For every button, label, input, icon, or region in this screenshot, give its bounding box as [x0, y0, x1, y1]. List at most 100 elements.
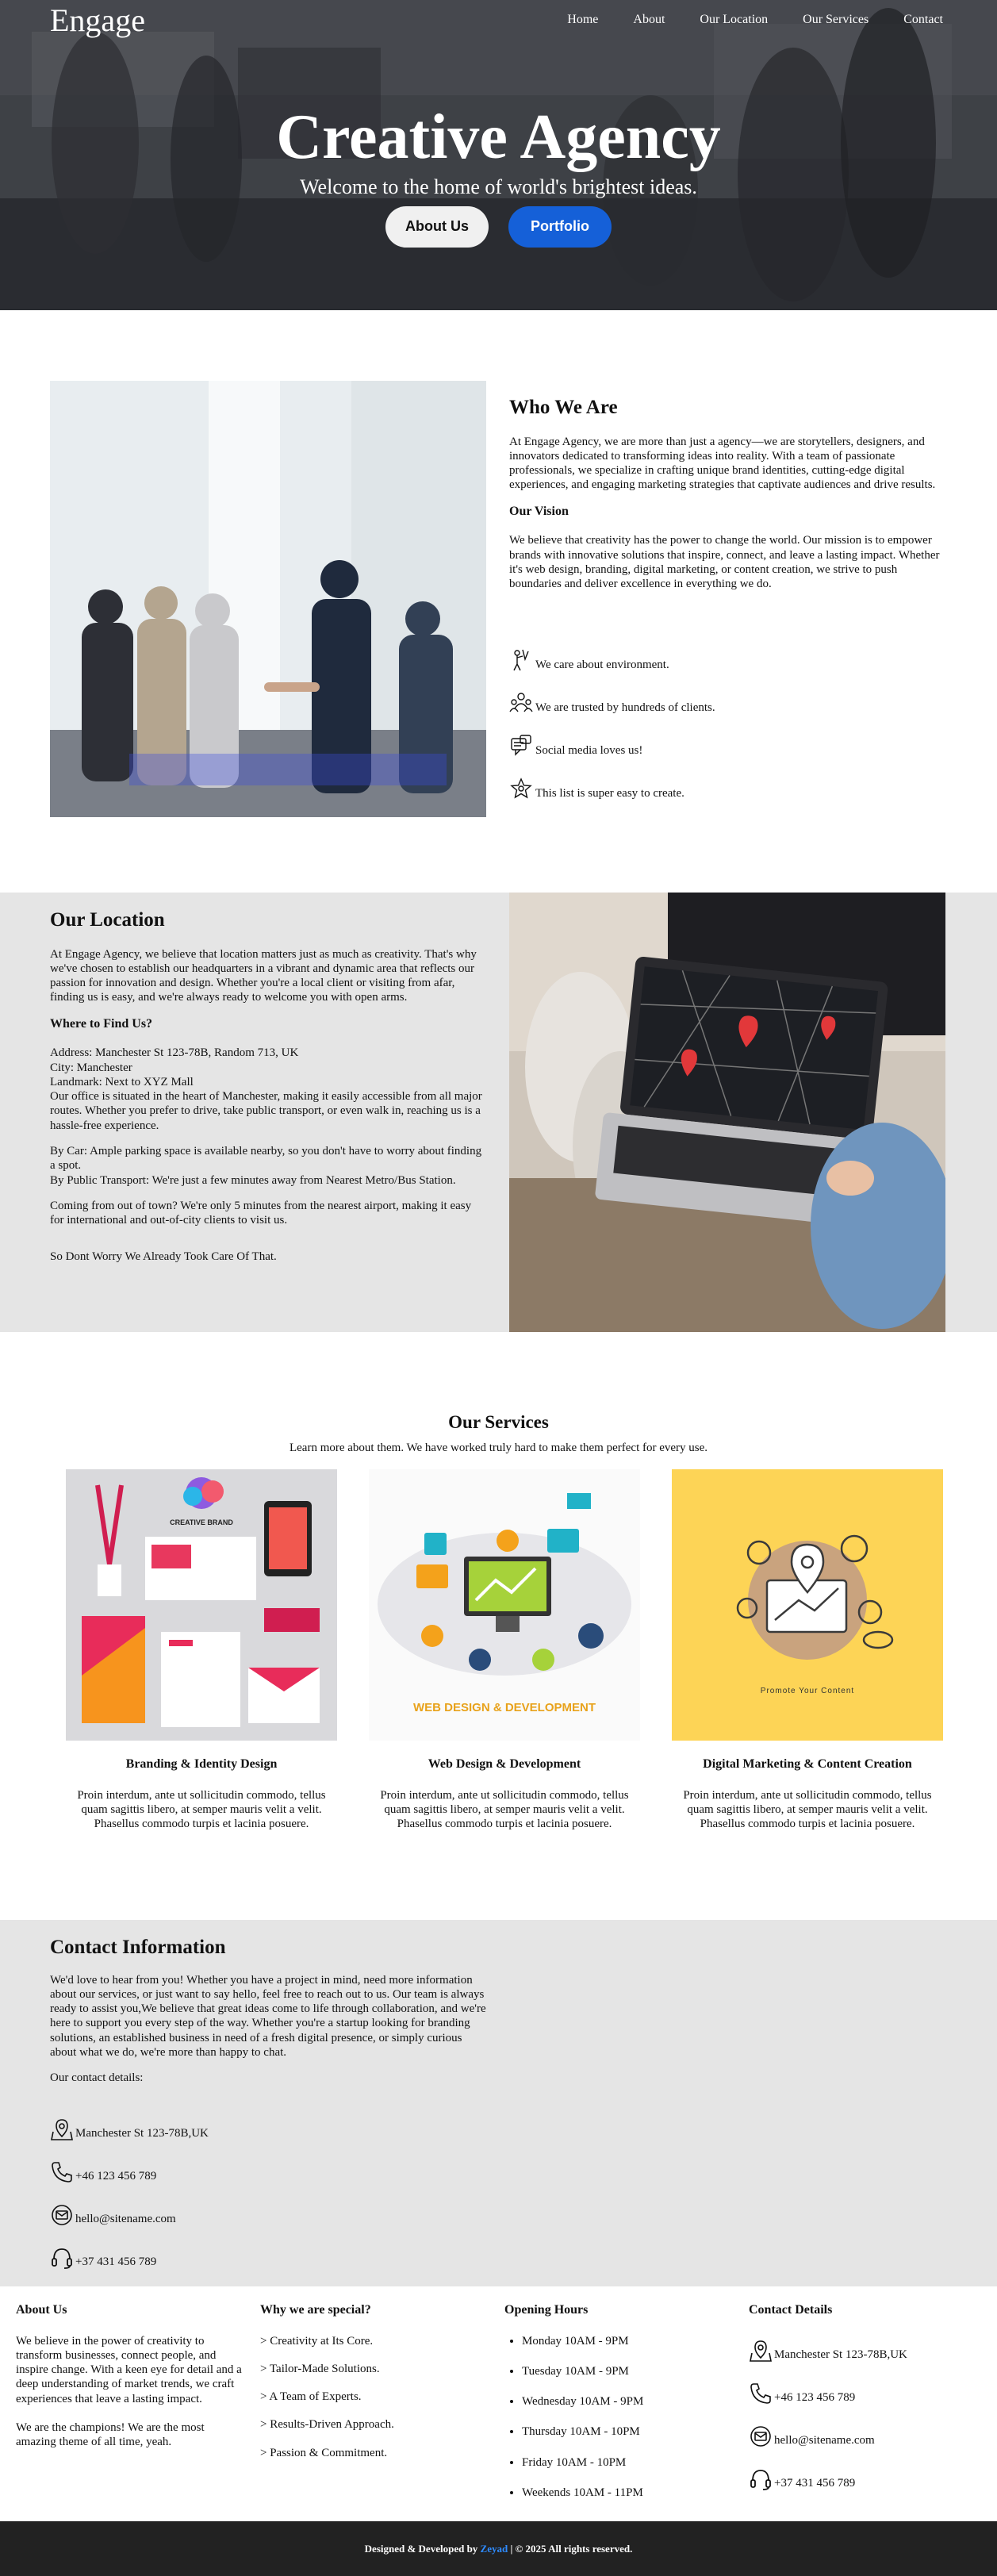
email-icon	[52, 2204, 72, 2225]
credit-suffix: | © 2025 All rights reserved.	[510, 2542, 633, 2555]
contact-phone[interactable]: +46 123 456 789	[50, 2141, 486, 2184]
feature-item: Social media loves us!	[509, 715, 945, 758]
footer-email[interactable]: hello@sitename.com	[749, 2405, 979, 2448]
contact-address: Manchester St 123-78B,UK	[50, 2098, 486, 2141]
hero-title: Creative Agency	[276, 102, 721, 172]
footer-address: Manchester St 123-78B,UK	[749, 2320, 979, 2363]
nav-services[interactable]: Our Services	[803, 12, 869, 28]
nav-location[interactable]: Our Location	[700, 12, 768, 28]
contact-email-text: hello@sitename.com	[75, 2213, 176, 2226]
location-section: Our Location At Engage Agency, we believ…	[0, 893, 997, 1332]
branding-illustration: CREATIVE BRAND	[66, 1469, 337, 1741]
feature-item: We care about environment.	[509, 629, 945, 672]
location-address: Address: Manchester St 123-78B, Random 7…	[50, 1046, 299, 1060]
hours-list: Monday 10AM - 9PM Tuesday 10AM - 9PM Wed…	[504, 2334, 734, 2501]
nav-home[interactable]: Home	[567, 12, 598, 28]
footer-contact: Contact Details Manchester St 123-78B,UK…	[749, 2302, 979, 2491]
contact-intro: We'd love to hear from you! Whether you …	[50, 1973, 486, 2059]
who-we-are-title: Who We Are	[509, 397, 618, 418]
nav-contact[interactable]: Contact	[903, 12, 943, 28]
special-item: > Results-Driven Approach.	[260, 2418, 394, 2432]
web-design-illustration: WEB DESIGN & DEVELOPMENT	[369, 1469, 640, 1741]
feature-list: We care about environment. We are truste…	[509, 629, 945, 800]
special-item: > Tailor-Made Solutions.	[260, 2362, 380, 2375]
footer-about: About Us We believe in the power of crea…	[16, 2302, 246, 2464]
hero: Engage Home About Our Location Our Servi…	[0, 0, 997, 310]
special-item: > Creativity at Its Core.	[260, 2334, 374, 2348]
location-landmark: Landmark: Next to XYZ Mall	[50, 1075, 194, 1088]
location-title: Our Location	[50, 909, 165, 931]
vision-text: We believe that creativity has the power…	[509, 534, 940, 591]
contact-list: Manchester St 123-78B,UK +46 123 456 789…	[50, 2098, 486, 2270]
main-nav: Engage Home About Our Location Our Servi…	[0, 0, 997, 38]
feature-item: This list is super easy to create.	[509, 758, 945, 800]
service-desc: Proin interdum, ante ut sollicitudin com…	[380, 1788, 629, 1831]
social-media-icon	[511, 735, 531, 757]
footer-support[interactable]: +37 431 456 789	[749, 2448, 979, 2491]
feature-text: Social media loves us!	[535, 744, 643, 758]
footer-about-text: We believe in the power of creativity to…	[16, 2334, 242, 2405]
location-out-of-town: Coming from out of town? We're only 5 mi…	[50, 1199, 472, 1227]
contact-info: Contact Information We'd love to hear fr…	[50, 1936, 486, 2270]
hours-item: Tuesday 10AM - 9PM	[522, 2364, 734, 2378]
footer-support-text: +37 431 456 789	[774, 2477, 856, 2490]
phone-icon	[750, 2382, 771, 2404]
about-us-button[interactable]: About Us	[385, 206, 489, 248]
people-icon	[509, 693, 533, 712]
footer-phone[interactable]: +46 123 456 789	[749, 2363, 979, 2405]
location-by-public: By Public Transport: We're just a few mi…	[50, 1173, 456, 1187]
copyright-bar: Designed & Developed by Zeyad | © 2025 A…	[0, 2521, 997, 2576]
location-closing: So Dont Worry We Already Took Care Of Th…	[50, 1250, 277, 1264]
team-handshake-photo	[50, 381, 486, 817]
laptop-map-photo	[509, 893, 945, 1332]
vision-title: Our Vision	[509, 504, 569, 518]
location-office: Our office is situated in the heart of M…	[50, 1090, 482, 1132]
services-title: Our Services	[448, 1412, 549, 1432]
footer-phone-text: +46 123 456 789	[774, 2391, 856, 2405]
service-card-web: WEB DESIGN & DEVELOPMENT Web Design & De…	[369, 1469, 640, 1831]
branding-img-label: CREATIVE BRAND	[170, 1518, 233, 1526]
environment-icon	[513, 650, 529, 671]
footer-address-text: Manchester St 123-78B,UK	[774, 2348, 907, 2362]
portfolio-button[interactable]: Portfolio	[508, 206, 612, 248]
footer-hours: Opening Hours Monday 10AM - 9PM Tuesday …	[504, 2302, 734, 2516]
brand-logo[interactable]: Engage	[50, 2, 145, 40]
location-text: Our Location At Engage Agency, we believ…	[50, 908, 486, 1276]
headset-icon	[52, 2248, 72, 2269]
footer: About Us We believe in the power of crea…	[0, 2286, 997, 2531]
service-title: Digital Marketing & Content Creation	[703, 1757, 912, 1771]
contact-title: Contact Information	[50, 1937, 226, 1958]
services-section: Our Services Learn more about them. We h…	[0, 1332, 997, 1920]
feature-text: This list is super easy to create.	[535, 787, 684, 800]
headset-icon	[750, 2469, 771, 2490]
feature-text: We care about environment.	[535, 658, 669, 672]
nav-about[interactable]: About	[633, 12, 665, 28]
contact-address-text: Manchester St 123-78B,UK	[75, 2127, 209, 2140]
hero-buttons: About Us Portfolio	[0, 206, 997, 248]
who-we-are-text: Who We Are At Engage Agency, we are more…	[509, 396, 945, 800]
location-city: City: Manchester	[50, 1061, 132, 1074]
map-pin-icon	[750, 2340, 772, 2362]
location-intro: At Engage Agency, we believe that locati…	[50, 947, 477, 1004]
hours-item: Monday 10AM - 9PM	[522, 2334, 734, 2348]
footer-special-title: Why we are special?	[260, 2303, 371, 2317]
hours-item: Thursday 10AM - 10PM	[522, 2424, 734, 2439]
service-title: Web Design & Development	[428, 1757, 581, 1771]
contact-email[interactable]: hello@sitename.com	[50, 2184, 486, 2227]
service-card-marketing: Promote Your Content Digital Marketing &…	[672, 1469, 943, 1831]
nav-links: Home About Our Location Our Services Con…	[567, 12, 943, 28]
hours-item: Wednesday 10AM - 9PM	[522, 2394, 734, 2409]
who-we-are-section: Who We Are At Engage Agency, we are more…	[0, 310, 997, 893]
footer-contact-title: Contact Details	[749, 2303, 833, 2317]
email-icon	[750, 2425, 771, 2447]
phone-icon	[52, 2161, 72, 2182]
credit-prefix: Designed & Developed by	[364, 2542, 478, 2555]
special-item: > Passion & Commitment.	[260, 2446, 388, 2459]
marketing-img-label: Promote Your Content	[761, 1687, 854, 1695]
hours-item: Friday 10AM - 10PM	[522, 2455, 734, 2470]
developer-link[interactable]: Zeyad	[481, 2543, 508, 2555]
service-desc: Proin interdum, ante ut sollicitudin com…	[77, 1788, 326, 1831]
hero-subtitle: Welcome to the home of world's brightest…	[300, 175, 697, 198]
contact-support[interactable]: +37 431 456 789	[50, 2227, 486, 2270]
feature-item: We are trusted by hundreds of clients.	[509, 672, 945, 715]
